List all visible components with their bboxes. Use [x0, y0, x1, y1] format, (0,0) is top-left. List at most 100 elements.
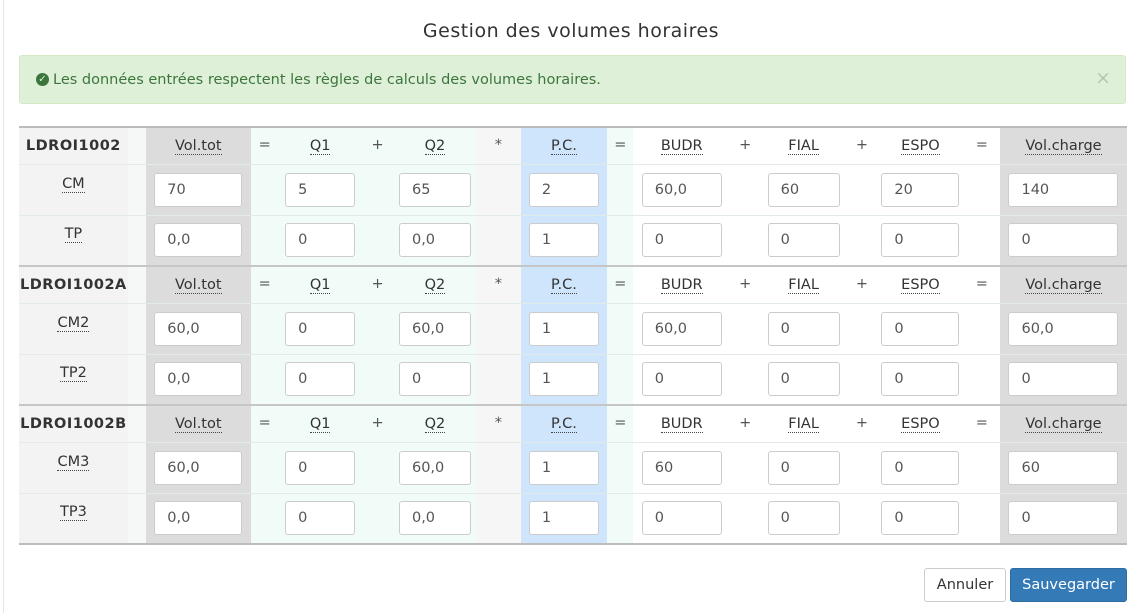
header-vol-tot: Vol.tot [175, 276, 222, 294]
save-button[interactable]: Sauvegarder [1010, 568, 1127, 602]
budr-input[interactable] [641, 311, 722, 346]
operator: = [614, 414, 627, 431]
fial-input[interactable] [767, 501, 840, 536]
pc-input[interactable] [528, 311, 599, 346]
vol-charge-input[interactable] [1008, 223, 1119, 258]
espo-input[interactable] [881, 223, 960, 258]
row-label: TP3 [59, 504, 87, 522]
table-row: TP3 [19, 492, 1127, 544]
vol-charge-input[interactable] [1008, 311, 1119, 346]
row-label: CM2 [57, 314, 90, 332]
operator: + [371, 414, 384, 431]
vol-charge-input[interactable] [1008, 501, 1119, 536]
espo-input[interactable] [881, 362, 960, 397]
header-fial: FIAL [788, 137, 819, 155]
header-fial: FIAL [788, 276, 819, 294]
header-q1: Q1 [309, 415, 331, 433]
group-header-row: LDROI1002B Vol.tot = Q1 + Q2 * P.C. = BUDR + FIAL + E… [19, 404, 1127, 442]
operator: = [975, 414, 988, 431]
fial-input[interactable] [767, 362, 840, 397]
header-espo: ESPO [901, 276, 940, 294]
header-budr: BUDR [660, 276, 703, 294]
table-row: CM [19, 163, 1127, 215]
q2-input[interactable] [398, 362, 471, 397]
fial-input[interactable] [767, 450, 840, 485]
q1-input[interactable] [285, 223, 356, 258]
q1-input[interactable] [285, 172, 356, 207]
course-code: LDROI1002A [20, 276, 127, 293]
operator: = [614, 275, 627, 292]
success-alert: ✓ Les données entrées respectent les règ… [19, 55, 1126, 104]
budr-input[interactable] [641, 501, 722, 536]
q2-input[interactable] [398, 501, 471, 536]
espo-input[interactable] [881, 450, 960, 485]
header-vol-charge: Vol.charge [1025, 415, 1102, 433]
vol-tot-input[interactable] [154, 362, 243, 397]
budr-input[interactable] [641, 223, 722, 258]
operator: = [614, 136, 627, 153]
operator: + [739, 275, 752, 292]
q2-input[interactable] [398, 172, 471, 207]
q2-input[interactable] [398, 450, 471, 485]
row-label: TP [64, 226, 83, 244]
header-q1: Q1 [309, 276, 331, 294]
fial-input[interactable] [767, 311, 840, 346]
alert-message: Les données entrées respectent les règle… [53, 71, 601, 88]
header-espo: ESPO [901, 137, 940, 155]
budr-input[interactable] [641, 362, 722, 397]
header-q1: Q1 [309, 137, 331, 155]
vol-tot-input[interactable] [154, 172, 243, 207]
close-icon[interactable]: × [1095, 67, 1111, 89]
operator: = [975, 275, 988, 292]
pc-input[interactable] [528, 362, 599, 397]
operator: + [855, 275, 869, 292]
q1-input[interactable] [285, 362, 356, 397]
operator: = [258, 275, 271, 292]
q1-input[interactable] [285, 311, 356, 346]
vol-charge-input[interactable] [1008, 362, 1119, 397]
vol-tot-input[interactable] [154, 501, 243, 536]
q1-input[interactable] [285, 501, 356, 536]
header-q2: Q2 [424, 137, 446, 155]
vol-charge-input[interactable] [1008, 172, 1119, 207]
operator: + [855, 136, 869, 153]
operator: + [855, 414, 869, 431]
table-row: CM3 [19, 441, 1127, 493]
budr-input[interactable] [641, 172, 722, 207]
modal-left-border [3, 0, 4, 613]
espo-input[interactable] [881, 311, 960, 346]
espo-input[interactable] [881, 172, 960, 207]
group-header-row: LDROI1002A Vol.tot = Q1 + Q2 * P.C. = BUDR + FIAL + E… [19, 265, 1127, 303]
row-label: TP2 [59, 365, 87, 383]
header-vol-tot: Vol.tot [175, 137, 222, 155]
pc-input[interactable] [528, 172, 599, 207]
q2-input[interactable] [398, 311, 471, 346]
fial-input[interactable] [767, 172, 840, 207]
espo-input[interactable] [881, 501, 960, 536]
q2-input[interactable] [398, 223, 471, 258]
table-row: TP2 [19, 353, 1127, 405]
course-code: LDROI1002B [20, 415, 127, 432]
q1-input[interactable] [285, 450, 356, 485]
cancel-button[interactable]: Annuler [924, 568, 1006, 602]
budr-input[interactable] [641, 450, 722, 485]
modal-title: Gestion des volumes horaires [422, 20, 720, 42]
fial-input[interactable] [767, 223, 840, 258]
header-pc: P.C. [550, 415, 577, 433]
header-espo: ESPO [901, 415, 940, 433]
header-budr: BUDR [660, 137, 703, 155]
vol-tot-input[interactable] [154, 450, 243, 485]
course-code: LDROI1002 [25, 137, 121, 154]
header-vol-charge: Vol.charge [1025, 276, 1102, 294]
header-vol-tot: Vol.tot [175, 415, 222, 433]
pc-input[interactable] [528, 501, 599, 536]
vol-tot-input[interactable] [154, 223, 243, 258]
check-circle-icon: ✓ [36, 73, 49, 86]
header-q2: Q2 [424, 276, 446, 294]
pc-input[interactable] [528, 450, 599, 485]
operator: * [494, 414, 503, 431]
vol-tot-input[interactable] [154, 311, 243, 346]
vol-charge-input[interactable] [1008, 450, 1119, 485]
pc-input[interactable] [528, 223, 599, 258]
row-label: CM [62, 175, 85, 193]
